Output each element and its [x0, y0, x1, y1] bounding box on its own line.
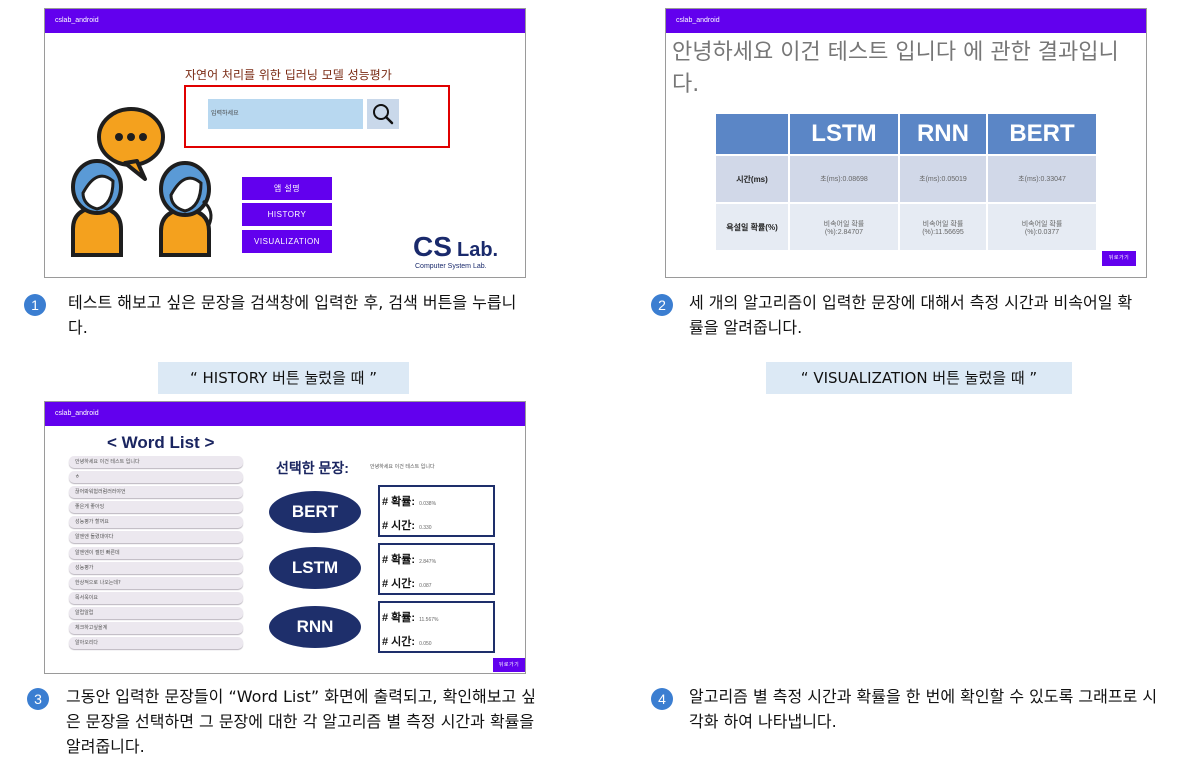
list-item[interactable]: 한상적으로 나오는데? — [69, 576, 243, 589]
table-cell: 비속어일 확률 (%):2.84707 — [789, 202, 900, 250]
logo-cs: CS — [413, 231, 452, 262]
time-label: # 시간: — [382, 520, 416, 532]
time-value: 0.330 — [419, 525, 432, 531]
time-line: # 시간: 0.330 — [382, 517, 432, 533]
bert-result-box: # 확률: 0.038% # 시간: 0.330 — [378, 485, 495, 537]
time-value: 0.050 — [419, 641, 432, 647]
bert-label: BERT — [269, 491, 361, 533]
probability-label: # 확률: — [382, 554, 416, 566]
table-cell: 비속어일 확률 (%):11.56695 — [898, 202, 989, 250]
back-button[interactable]: 뒤로가기 — [493, 658, 525, 672]
page-title: 자연어 처리를 위한 딥러닝 모델 성능평가 — [185, 68, 392, 82]
back-button[interactable]: 뒤로가기 — [1102, 251, 1136, 266]
time-label: # 시간: — [382, 578, 416, 590]
step-caption-3: 그동안 입력한 문장들이 “Word List” 화면에 출력되고, 확인해보고… — [66, 687, 537, 756]
app-info-button[interactable]: 앱 설명 — [242, 177, 332, 200]
history-section-label: “ HISTORY 버튼 눌렀을 때 ” — [158, 362, 409, 394]
list-item[interactable]: 성능평가 — [69, 561, 243, 574]
list-item[interactable]: 좋은게 좋아잉 — [69, 501, 243, 514]
selected-sentence-value: 안녕하세요 이건 테스트 입니다 — [370, 464, 435, 470]
search-button[interactable] — [367, 99, 399, 129]
table-row: 욕설일 확률(%) 비속어일 확률 (%):2.84707 비속어일 확률 (%… — [716, 202, 1098, 250]
word-list: 안녕하세요 이건 테스트 입니다 ㅎ 끊어봐워험러럼러러야언 좋은게 좋아잉 성… — [69, 456, 243, 652]
logo-lab: Lab. — [457, 239, 499, 261]
time-value: 0.087 — [419, 583, 432, 589]
table-cell: 비속어일 확률 (%):0.0377 — [987, 202, 1098, 250]
main-screen: cslab_android 자연어 처리를 위한 딥러닝 모델 성능평가 입력하… — [44, 8, 526, 278]
probability-line: # 확률: 0.038% — [382, 493, 436, 509]
step-caption-2: 세 개의 알고리즘이 입력한 문장에 대해서 측정 시간과 비속어일 확률을 알… — [689, 293, 1133, 337]
visualization-button[interactable]: VISUALIZATION — [242, 230, 332, 253]
list-item[interactable]: 알아오리다 — [69, 637, 243, 650]
lstm-result-box: # 확률: 2.847% # 시간: 0.087 — [378, 543, 495, 595]
row-header-time: 시간(ms) — [716, 154, 790, 203]
list-item[interactable]: ㅎ — [69, 471, 243, 484]
row-header-probability: 욕설일 확률(%) — [716, 202, 790, 250]
step-caption-4: 알고리즘 별 측정 시간과 확률을 한 번에 확인할 수 있도록 그래프로 시각… — [689, 687, 1158, 731]
search-icon — [373, 104, 394, 125]
result-table: LSTM RNN BERT 시간(ms) 초(ms):0.08698 초(ms)… — [716, 114, 1098, 250]
list-item[interactable]: 성능평가 할꺼요 — [69, 516, 243, 529]
table-cell: 초(ms):0.05019 — [898, 154, 989, 203]
list-item[interactable]: 끊어봐워험러럼러러야언 — [69, 486, 243, 499]
app-bar-title: cslab_android — [666, 9, 1146, 33]
list-item[interactable]: 안녕하세요 이건 테스트 입니다 — [69, 456, 243, 468]
column-header-lstm: LSTM — [789, 114, 900, 155]
app-bar-title: cslab_android — [45, 402, 525, 426]
table-cell: 초(ms):0.33047 — [987, 154, 1098, 203]
step-badge-3: 3 — [27, 688, 49, 710]
table-row: 시간(ms) 초(ms):0.08698 초(ms):0.05019 초(ms)… — [716, 154, 1098, 203]
list-item[interactable]: 알엔엔 돌렸대야다 — [69, 531, 243, 544]
selected-sentence-label: 선택한 문장: — [276, 460, 349, 476]
probability-label: # 확률: — [382, 612, 416, 624]
list-item[interactable]: 알엔엔이 젤빈 빠른데 — [69, 546, 243, 559]
time-line: # 시간: 0.050 — [382, 633, 432, 649]
history-button[interactable]: HISTORY — [242, 203, 332, 226]
step-badge-1: 1 — [24, 294, 46, 316]
probability-line: # 확률: 11.567% — [382, 609, 438, 625]
table-corner — [716, 114, 790, 155]
result-screen: cslab_android 안녕하세요 이건 테스트 입니다 에 관한 결과입니… — [665, 8, 1147, 278]
time-line: # 시간: 0.087 — [382, 575, 432, 591]
column-header-rnn: RNN — [898, 114, 989, 155]
app-bar-title: cslab_android — [45, 9, 525, 33]
list-item[interactable]: 체크하고싶을계 — [69, 622, 243, 635]
lstm-label: LSTM — [269, 547, 361, 589]
probability-label: # 확률: — [382, 496, 416, 508]
rnn-label: RNN — [269, 606, 361, 648]
search-input[interactable]: 입력하세요 — [208, 99, 363, 129]
step-badge-4: 4 — [651, 688, 673, 710]
result-heading: 안녕하세요 이건 테스트 입니다 에 관한 결과입니다. — [672, 40, 1119, 97]
step-caption-1: 테스트 해보고 싶은 문장을 검색창에 입력한 후, 검색 버튼을 누릅니다. — [68, 293, 517, 337]
word-list-screen: cslab_android < Word List > 안녕하세요 이건 테스트… — [44, 401, 526, 674]
probability-value: 11.567% — [419, 617, 439, 623]
word-list-title: < Word List > — [107, 433, 215, 452]
probability-value: 2.847% — [419, 559, 437, 565]
list-item[interactable]: 목서욱이요 — [69, 591, 243, 604]
visualization-section-label: “ VISUALIZATION 버튼 눌렀을 때 ” — [766, 362, 1072, 394]
column-header-bert: BERT — [987, 114, 1098, 155]
step-badge-2: 2 — [651, 294, 673, 316]
time-label: # 시간: — [382, 636, 416, 648]
rnn-result-box: # 확률: 11.567% # 시간: 0.050 — [378, 601, 495, 653]
table-cell: 초(ms):0.08698 — [789, 154, 900, 203]
probability-value: 0.038% — [419, 501, 437, 507]
logo-subtitle: Computer System Lab. — [415, 263, 487, 270]
list-item[interactable]: 알럽알럽 — [69, 606, 243, 619]
probability-line: # 확률: 2.847% — [382, 551, 436, 567]
cs-lab-logo: CS Lab. Computer System Lab. — [413, 231, 499, 270]
